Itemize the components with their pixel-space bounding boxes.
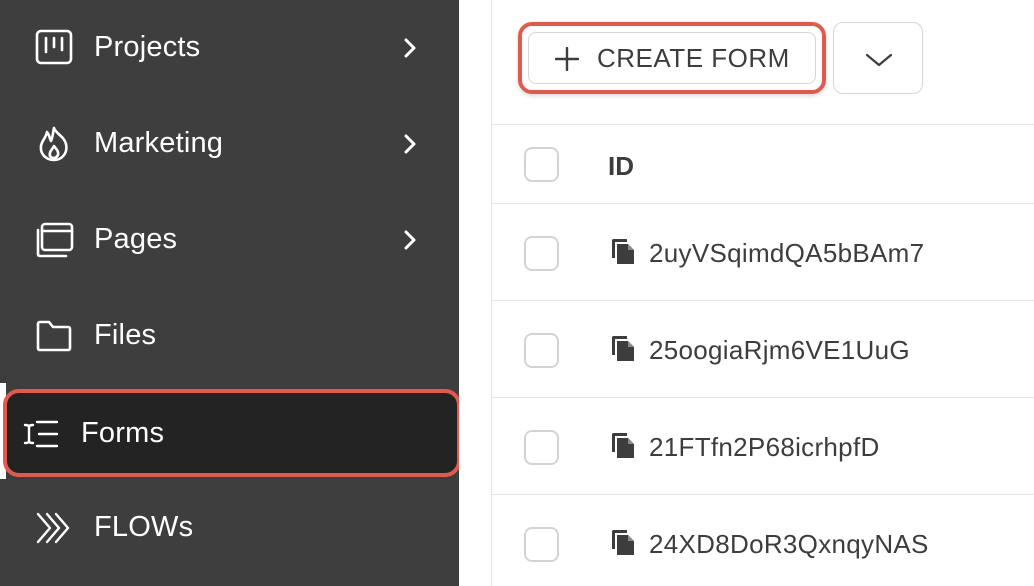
text-cursor-list-icon [21, 414, 61, 454]
sidebar-item-label: Forms [81, 417, 165, 449]
chevron-right-icon [398, 228, 422, 252]
copy-document-icon[interactable] [610, 333, 636, 363]
table-row: 2uyVSqimdQA5bBAm7 [492, 203, 1034, 300]
chevron-right-icon [398, 36, 422, 60]
kanban-board-icon [34, 28, 74, 68]
sidebar-item-label: Pages [94, 223, 178, 255]
row-checkbox[interactable] [524, 236, 559, 271]
copy-document-icon[interactable] [610, 527, 636, 557]
form-id-cell[interactable]: 2uyVSqimdQA5bBAm7 [649, 238, 924, 269]
table-header-row: ID [492, 124, 1034, 203]
folder-icon [34, 316, 74, 356]
chevron-right-icon [398, 132, 422, 156]
table-row: 24XD8DoR3QxnqyNAS [492, 494, 1034, 586]
panel-divider [459, 0, 492, 586]
sidebar-item-marketing[interactable]: Marketing [0, 96, 459, 192]
sidebar-item-label: Files [94, 319, 157, 351]
select-all-checkbox[interactable] [524, 147, 559, 182]
copy-document-icon[interactable] [610, 236, 636, 266]
table-row: 21FTfn2P68icrhpfD [492, 397, 1034, 494]
table-row: 25oogiaRjm6VE1UuG [492, 300, 1034, 397]
sidebar-item-projects[interactable]: Projects [0, 0, 459, 96]
sidebar-item-forms[interactable]: Forms [0, 386, 459, 482]
row-checkbox[interactable] [524, 333, 559, 368]
sidebar-item-label: Projects [94, 31, 201, 63]
sidebar-item-flows[interactable]: FLOWs [0, 480, 459, 576]
flame-icon [34, 124, 74, 164]
row-checkbox[interactable] [524, 430, 559, 465]
create-options-dropdown-button[interactable] [833, 22, 923, 94]
sidebar-item-label: FLOWs [94, 511, 194, 543]
form-id-cell[interactable]: 21FTfn2P68icrhpfD [649, 432, 880, 463]
plus-icon [554, 46, 580, 72]
sidebar-item-files[interactable]: Files [0, 288, 459, 384]
browser-pages-icon [34, 220, 74, 260]
create-form-label: CREATE FORM [597, 42, 790, 73]
row-checkbox[interactable] [524, 527, 559, 562]
create-form-button[interactable]: CREATE FORM [528, 32, 816, 84]
sidebar-item-label: Marketing [94, 127, 224, 159]
form-id-cell[interactable]: 24XD8DoR3QxnqyNAS [649, 529, 929, 560]
copy-document-icon[interactable] [610, 430, 636, 460]
triple-chevron-icon [34, 508, 74, 548]
form-id-cell[interactable]: 25oogiaRjm6VE1UuG [649, 335, 910, 366]
sidebar-item-pages[interactable]: Pages [0, 192, 459, 288]
column-header-id[interactable]: ID [608, 151, 634, 182]
chevron-down-icon [865, 53, 893, 67]
